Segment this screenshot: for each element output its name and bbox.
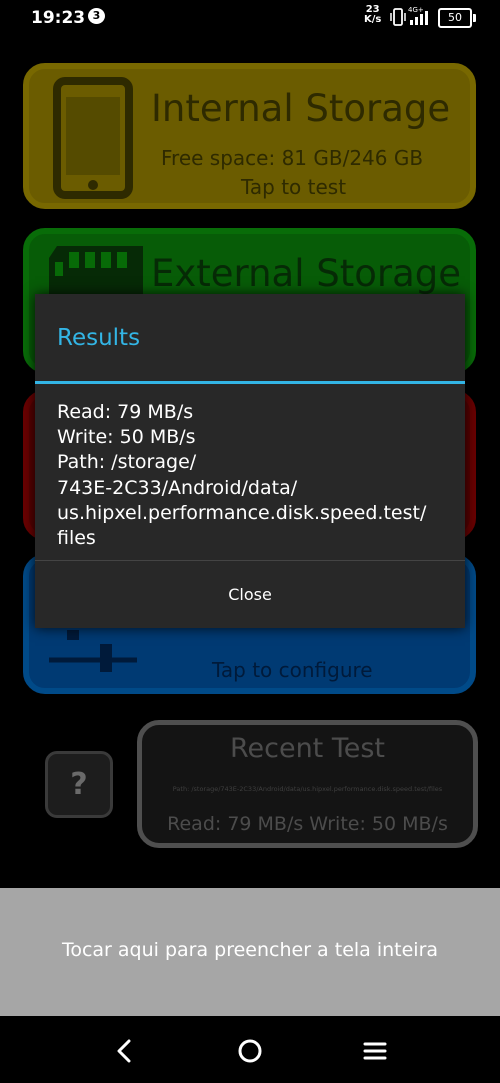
internal-storage-card[interactable]: Internal Storage Free space: 81 GB/246 G…	[23, 63, 476, 209]
back-icon[interactable]	[105, 1031, 145, 1071]
notification-badge: 3	[88, 8, 105, 24]
internal-storage-action: Tap to test	[241, 175, 347, 199]
recent-test-title: Recent Test	[229, 733, 386, 764]
recent-test-result: Read: 79 MB/s Write: 50 MB/s	[167, 813, 448, 835]
result-path-line-2: 743E-2C33/Android/data/	[57, 476, 298, 499]
dialog-title: Results	[57, 325, 141, 351]
close-button[interactable]: Close	[35, 561, 465, 628]
navigation-bar	[0, 1016, 500, 1083]
result-path-line-1: Path: /storage/	[57, 451, 197, 474]
recent-test-card[interactable]: Recent Test Path: /storage/743E-2C33/And…	[137, 720, 478, 848]
network-speed: 23 K/s	[364, 5, 381, 25]
result-path-line-3: us.hipxel.performance.disk.speed.test/	[57, 501, 427, 524]
result-write: Write: 50 MB/s	[57, 426, 196, 449]
status-bar: 19:23 3 23 K/s 4G+ 50	[0, 0, 500, 36]
phone-icon	[53, 77, 133, 199]
recent-test-path: Path: /storage/743E-2C33/Android/data/us…	[172, 785, 443, 793]
internal-storage-title: Internal Storage	[151, 87, 451, 130]
signal-icon: 4G+	[408, 6, 428, 25]
external-storage-title: External Storage	[151, 252, 462, 295]
result-path-line-4: files	[57, 527, 96, 550]
status-time: 19:23	[31, 8, 86, 28]
vibrate-icon	[390, 8, 406, 26]
menu-icon[interactable]	[355, 1031, 395, 1071]
settings-action: Tap to configure	[212, 658, 373, 682]
sliders-icon	[49, 630, 137, 672]
fullscreen-banner[interactable]: Tocar aqui para preencher a tela inteira	[0, 888, 500, 1016]
result-read: Read: 79 MB/s	[57, 401, 194, 423]
results-dialog: Results Read: 79 MB/s Write: 50 MB/s Pat…	[35, 294, 465, 628]
help-button[interactable]: ?	[45, 751, 113, 818]
dialog-body: Read: 79 MB/s Write: 50 MB/s Path: /stor…	[57, 400, 453, 551]
dialog-divider	[35, 381, 465, 384]
network-type-label: 4G+	[408, 6, 424, 14]
home-icon[interactable]	[230, 1031, 270, 1071]
sd-card-icon	[49, 246, 143, 294]
battery-icon: 50	[438, 8, 476, 28]
internal-storage-free-space: Free space: 81 GB/246 GB	[161, 146, 424, 170]
battery-level: 50	[448, 11, 462, 24]
network-speed-unit: K/s	[364, 14, 382, 25]
